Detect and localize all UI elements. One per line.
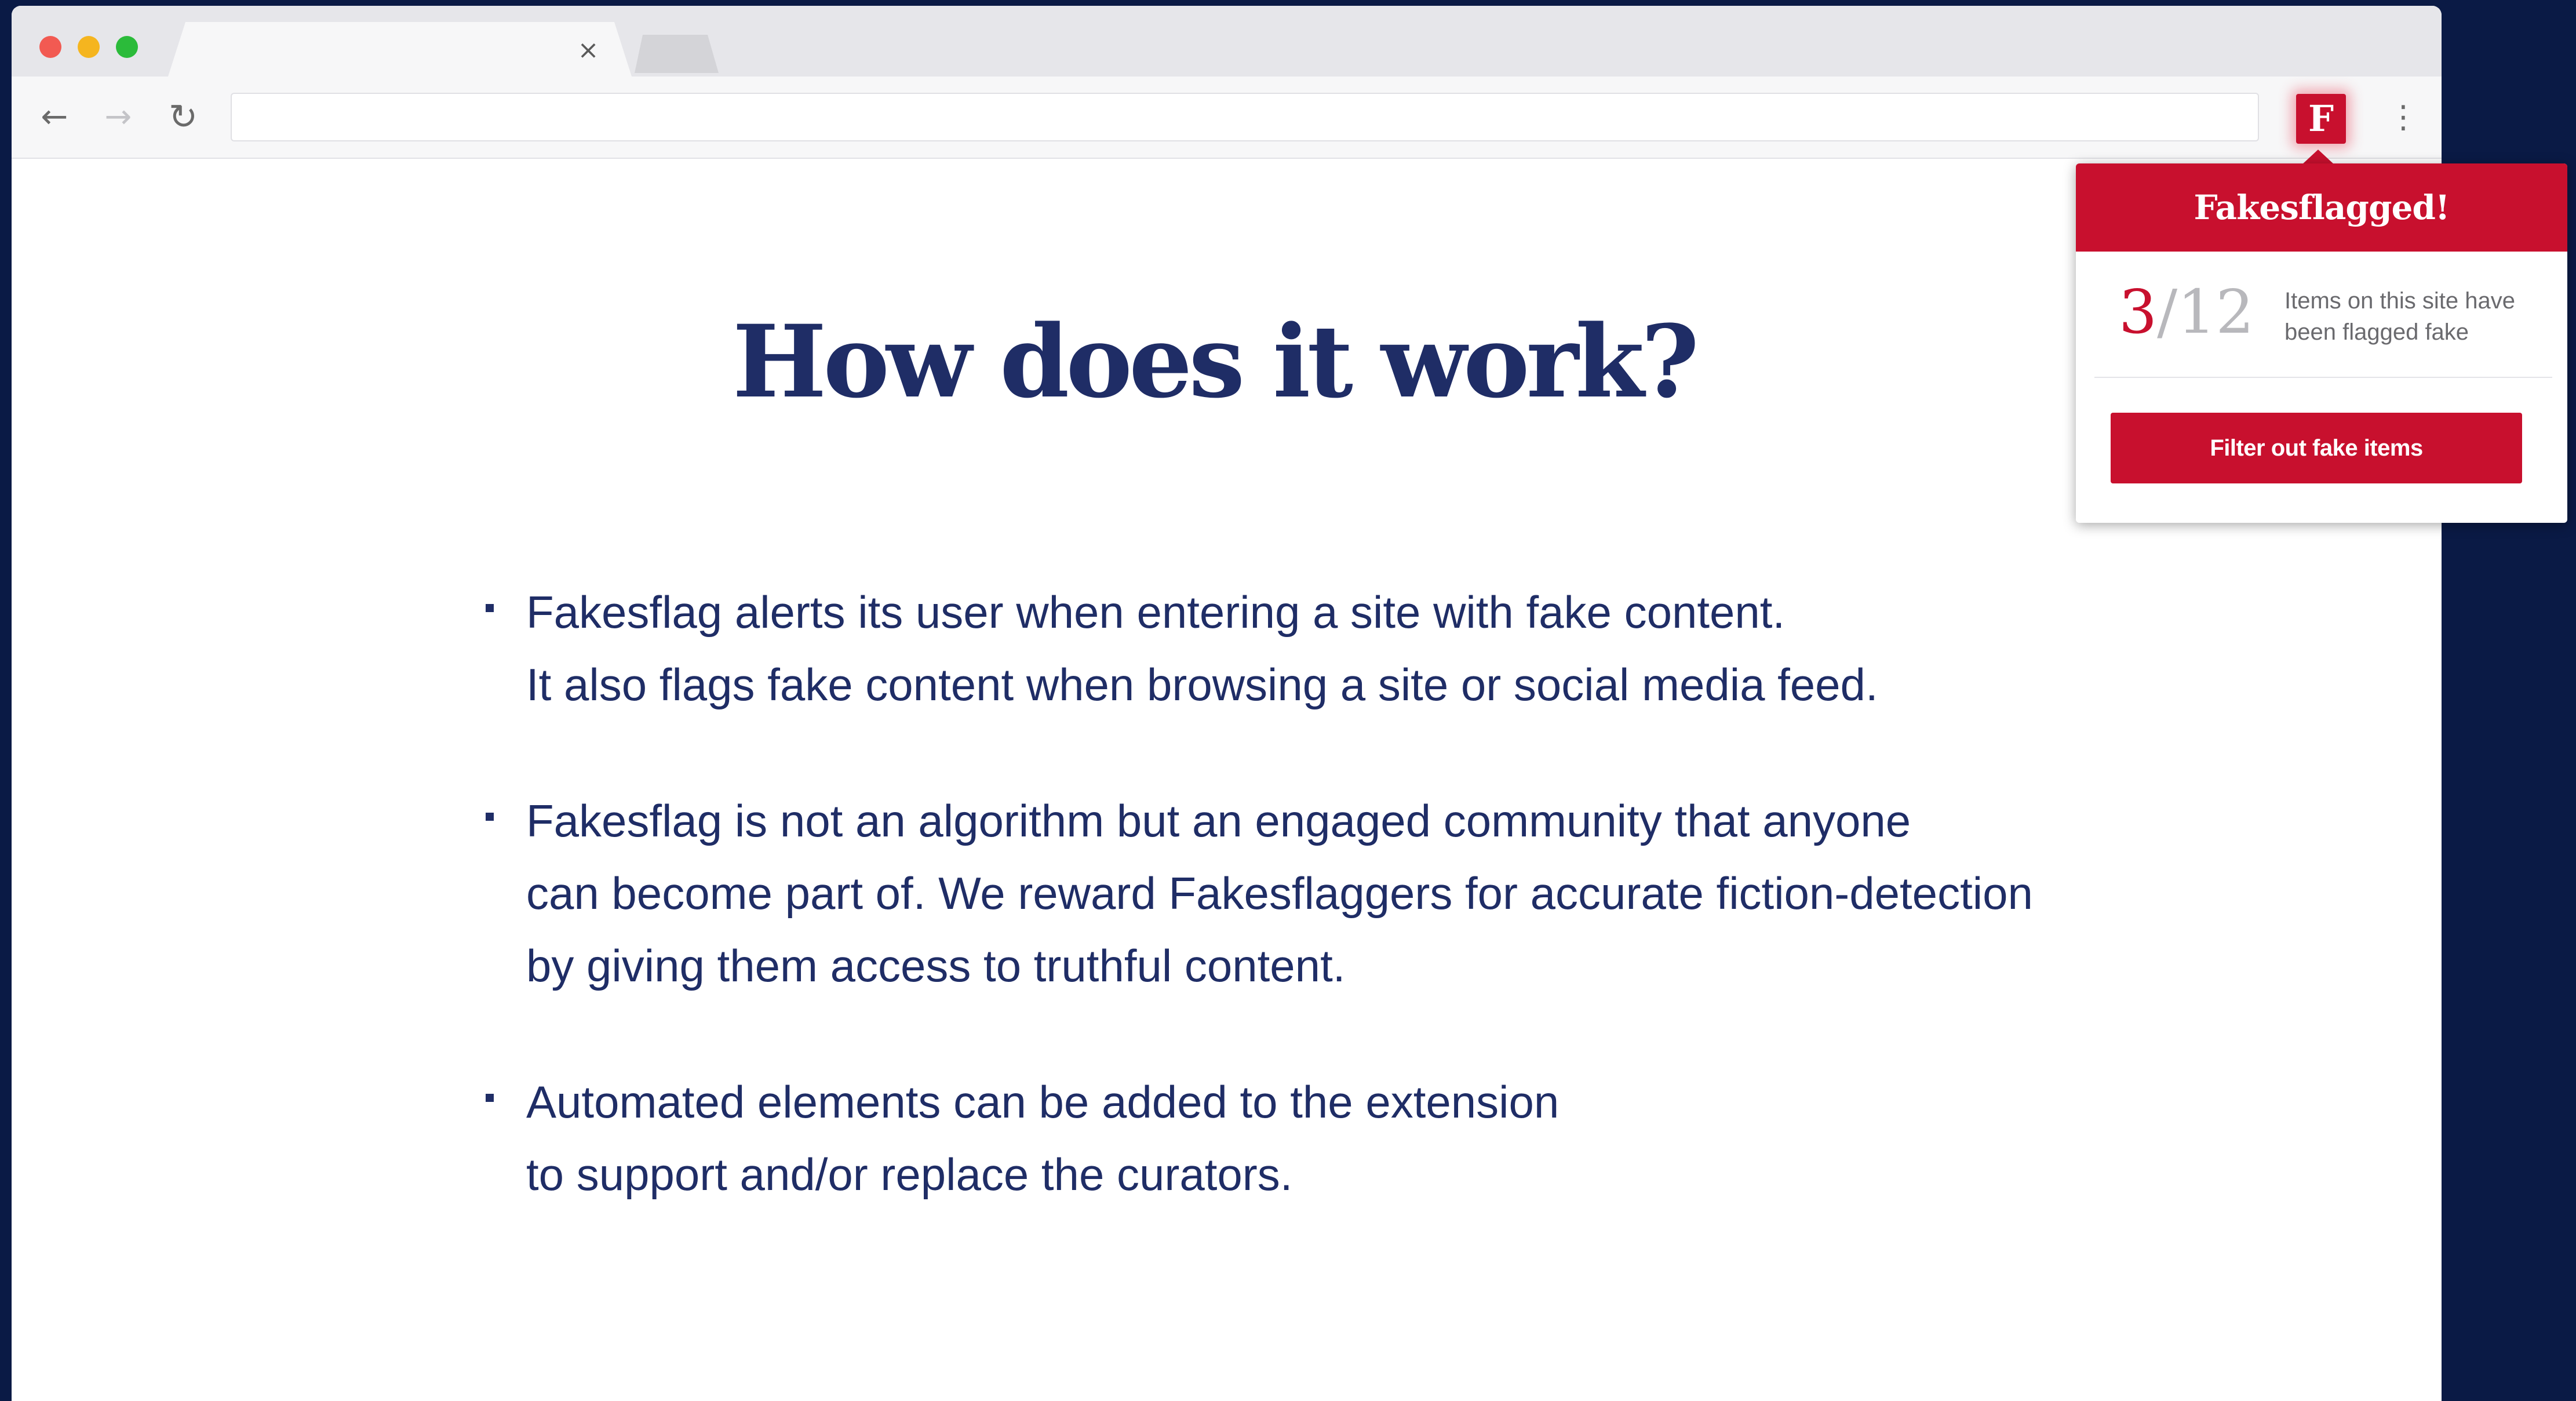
extension-popup: Fakesflagged! 3/12 Items on this site ha… xyxy=(2076,163,2567,523)
new-tab-button[interactable] xyxy=(635,35,719,73)
browser-toolbar: ← → ↻ F ⋮ xyxy=(12,77,2442,159)
maximize-window-button[interactable] xyxy=(116,36,138,58)
bullet-text-line: to support and/or replace the curators. xyxy=(526,1149,1293,1200)
tab-close-icon[interactable]: × xyxy=(573,35,604,66)
bullet-item: Automated elements can be added to the e… xyxy=(469,1066,2208,1211)
bullet-list: Fakesflag alerts its user when entering … xyxy=(469,576,2208,1275)
tab-active[interactable] xyxy=(168,22,632,77)
close-window-button[interactable] xyxy=(39,36,61,58)
bullet-item: Fakesflag is not an algorithm but an eng… xyxy=(469,785,2208,1002)
popup-title: Fakesflagged! xyxy=(2076,163,2567,252)
total-count: 12 xyxy=(2177,276,2254,347)
flagged-count: 3 xyxy=(2119,276,2158,347)
reload-icon[interactable]: ↻ xyxy=(165,99,202,136)
flag-description: Items on this site have been flagged fak… xyxy=(2284,288,2515,345)
bullet-marker xyxy=(486,604,494,612)
bullet-text-line: It also flags fake content when browsing… xyxy=(526,659,1878,710)
minimize-window-button[interactable] xyxy=(78,36,100,58)
bullet-item: Fakesflag alerts its user when entering … xyxy=(469,576,2208,721)
back-arrow-icon[interactable]: ← xyxy=(36,99,73,136)
count-separator: / xyxy=(2157,276,2178,347)
bullet-text-line: by giving them access to truthful conten… xyxy=(526,940,1346,991)
fakesflag-extension-icon[interactable]: F xyxy=(2296,94,2346,144)
kebab-menu-icon[interactable]: ⋮ xyxy=(2388,99,2419,136)
tab-strip: × xyxy=(12,6,2442,77)
forward-arrow-icon[interactable]: → xyxy=(100,99,137,136)
bullet-marker xyxy=(486,1094,494,1102)
popup-divider xyxy=(2094,377,2552,378)
filter-fake-items-button[interactable]: Filter out fake items xyxy=(2111,413,2522,483)
bullet-text-line: can become part of. We reward Fakesflagg… xyxy=(526,868,2033,919)
bullet-marker xyxy=(486,813,494,821)
address-bar[interactable] xyxy=(231,93,2259,141)
bullet-text-line: Automated elements can be added to the e… xyxy=(526,1076,1560,1127)
bullet-text-line: Fakesflag alerts its user when entering … xyxy=(526,587,1786,638)
flag-count: 3/12 xyxy=(2119,277,2254,347)
bullet-text-line: Fakesflag is not an algorithm but an eng… xyxy=(526,795,1911,846)
page-title: How does it work? xyxy=(732,303,1699,420)
popup-pointer xyxy=(2302,150,2334,165)
